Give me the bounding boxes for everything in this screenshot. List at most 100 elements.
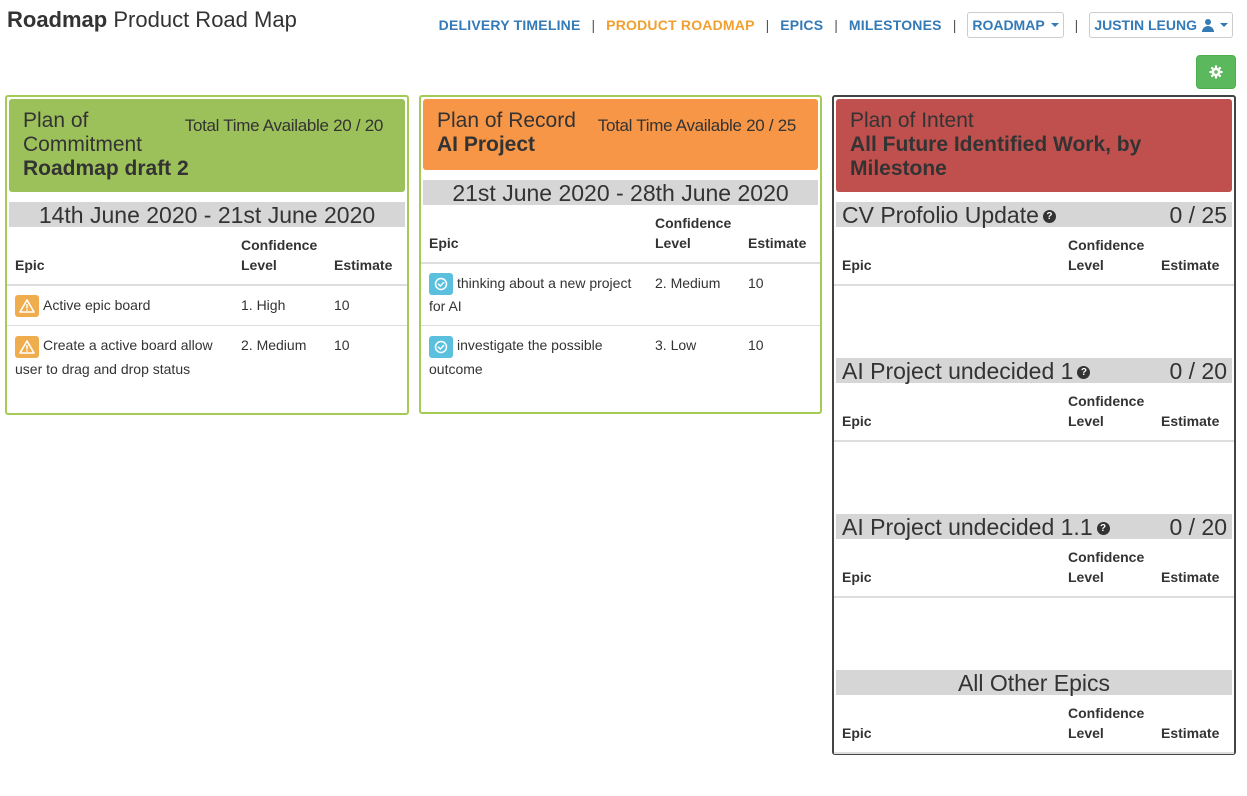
col-header-epic: Epic: [834, 539, 1060, 598]
plan-name: Roadmap draft 2: [23, 157, 189, 180]
confidence-cell: 2. Medium: [241, 337, 307, 354]
epics-table: Epic Confidence Level Estimate Active ep…: [7, 227, 407, 388]
confidence-cell: 3. Low: [655, 337, 697, 354]
milestone-name: AI Project undecided 1: [842, 358, 1074, 384]
page-title: Roadmap Product Road Map: [7, 7, 297, 33]
nav-separator: |: [1074, 17, 1079, 33]
page-subtitle: Product Road Map: [113, 7, 297, 32]
col-header-epic: Epic: [834, 383, 1060, 442]
epics-table: Epic Confidence Level Estimate: [834, 695, 1234, 796]
col-header-confidence: Confidence Level: [233, 227, 326, 286]
col-header-estimate: Estimate: [740, 205, 820, 264]
milestone-title: AI Project undecided 1.1? 0 / 20: [836, 514, 1232, 540]
epics-table: Epic Confidence Level Estimate: [834, 383, 1234, 498]
plan-of-record-column: Plan of Record AI Project Total Time Ava…: [419, 95, 822, 414]
user-name: JUSTIN LEUNG: [1094, 17, 1197, 33]
plan-name: AI Project: [437, 133, 536, 156]
brand-name: Roadmap: [7, 7, 108, 32]
chevron-down-icon: [1220, 23, 1228, 27]
empty-row: [834, 597, 1234, 654]
table-row[interactable]: Active epic board 1. High 10: [7, 285, 407, 327]
col-header-estimate: Estimate: [326, 227, 407, 286]
plan-type: Plan of Intent: [850, 109, 974, 132]
top-nav: DELIVERY TIMELINE | PRODUCT ROADMAP | EP…: [439, 12, 1233, 38]
help-icon[interactable]: ?: [1042, 210, 1056, 223]
warning-icon: [15, 295, 39, 318]
table-row[interactable]: investigate the possible outcome 3. Low …: [421, 326, 820, 388]
plan-of-commitment-column: Plan of Commitment Roadmap draft 2 Total…: [5, 95, 409, 415]
nav-separator: |: [952, 17, 957, 33]
nav-epics[interactable]: EPICS: [780, 17, 823, 33]
col-header-estimate: Estimate: [1153, 695, 1234, 754]
empty-row: [834, 285, 1234, 342]
col-header-confidence: Confidence Level: [1060, 695, 1153, 754]
warning-icon: [15, 335, 39, 358]
milestone-count: 0 / 20: [1169, 514, 1227, 540]
nav-delivery-timeline[interactable]: DELIVERY TIMELINE: [439, 17, 581, 33]
plan-type: Plan of Commitment: [23, 109, 143, 156]
confidence-cell: 2. Medium: [647, 263, 740, 327]
epic-name: thinking about a new project for AI: [429, 275, 632, 315]
plan-of-intent-column: Plan of Intent All Future Identified Wor…: [832, 95, 1236, 755]
table-header-row: Epic Confidence Level Estimate: [834, 227, 1234, 286]
nav-milestones[interactable]: MILESTONES: [849, 17, 942, 33]
table-header-row: Epic Confidence Level Estimate: [834, 695, 1234, 754]
milestone-name: CV Profolio Update: [842, 202, 1039, 228]
plan-name: All Future Identified Work, by Milestone: [850, 133, 1142, 180]
epic-cell: Active epic board: [7, 285, 233, 327]
col-header-confidence: Confidence Level: [647, 205, 740, 264]
table-row[interactable]: Create a active board allow user to drag…: [7, 326, 407, 388]
settings-button[interactable]: [1196, 55, 1236, 89]
table-header-row: Epic Confidence Level Estimate: [834, 539, 1234, 598]
roadmap-dropdown[interactable]: ROADMAP: [967, 12, 1064, 38]
epic-cell: Create a active board allow user to drag…: [7, 326, 233, 388]
gear-icon: [1209, 65, 1223, 79]
epic-name: Create a active board allow user to drag…: [15, 337, 213, 377]
confidence-cell: 1. High: [233, 285, 326, 327]
column-header: Plan of Record AI Project Total Time Ava…: [423, 99, 818, 170]
col-header-confidence: Confidence Level: [1060, 539, 1153, 598]
col-header-confidence: Confidence Level: [1060, 383, 1153, 442]
milestone-count: 0 / 25: [1169, 202, 1227, 228]
epics-table: Epic Confidence Level Estimate: [834, 539, 1234, 654]
chevron-down-icon: [1050, 23, 1059, 27]
epic-name: Active epic board: [43, 297, 151, 313]
milestone-title: CV Profolio Update? 0 / 25: [836, 202, 1232, 228]
milestone-name: AI Project undecided 1.1: [842, 514, 1093, 540]
nav-separator: |: [591, 17, 596, 33]
help-icon[interactable]: ?: [1077, 366, 1091, 379]
col-header-estimate: Estimate: [1153, 383, 1234, 442]
column-header: Plan of Intent All Future Identified Wor…: [836, 99, 1232, 192]
epic-cell: investigate the possible outcome: [421, 326, 647, 388]
col-header-epic: Epic: [7, 227, 233, 286]
nav-separator: |: [765, 17, 770, 33]
empty-row: [834, 753, 1234, 796]
time-available: Total Time Available 20 / 20: [184, 116, 384, 135]
col-header-confidence: Confidence Level: [1060, 227, 1153, 286]
col-header-estimate: Estimate: [1153, 227, 1234, 286]
epic-name: investigate the possible outcome: [429, 337, 603, 377]
milestone-title: All Other Epics: [836, 670, 1232, 696]
milestone-title: 14th June 2020 - 21st June 2020: [9, 202, 405, 228]
check-circle-icon: [429, 335, 453, 358]
col-header-epic: Epic: [421, 205, 647, 264]
time-available: Total Time Available 20 / 25: [597, 116, 797, 135]
epics-table: Epic Confidence Level Estimate: [834, 227, 1234, 342]
table-row[interactable]: thinking about a new project for AI 2. M…: [421, 263, 820, 327]
epics-table: Epic Confidence Level Estimate thinking …: [421, 205, 820, 388]
table-header-row: Epic Confidence Level Estimate: [834, 383, 1234, 442]
milestone-title: 21st June 2020 - 28th June 2020: [423, 180, 818, 206]
table-header-row: Epic Confidence Level Estimate: [421, 205, 820, 264]
help-icon[interactable]: ?: [1096, 522, 1110, 535]
check-circle-icon: [429, 273, 453, 296]
user-icon: [1202, 18, 1214, 32]
estimate-cell: 10: [740, 263, 820, 327]
col-header-estimate: Estimate: [1153, 539, 1234, 598]
milestone-count: 0 / 20: [1169, 358, 1227, 384]
roadmap-dropdown-label: ROADMAP: [972, 17, 1045, 33]
estimate-cell: 10: [326, 285, 407, 327]
milestone-title: AI Project undecided 1? 0 / 20: [836, 358, 1232, 384]
nav-product-roadmap[interactable]: PRODUCT ROADMAP: [606, 17, 754, 33]
user-dropdown[interactable]: JUSTIN LEUNG: [1089, 12, 1233, 38]
empty-row: [834, 441, 1234, 498]
